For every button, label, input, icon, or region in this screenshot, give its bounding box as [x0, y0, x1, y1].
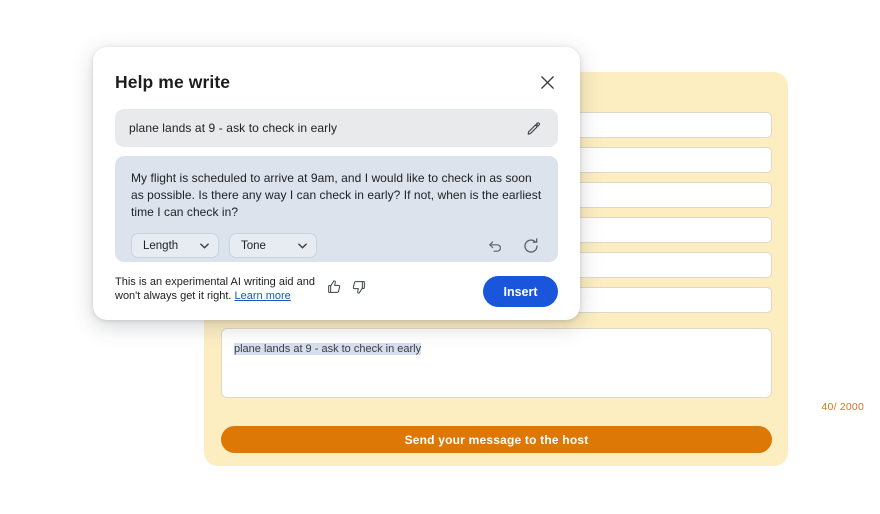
help-me-write-dialog: Help me write plane lands at 9 - ask to … — [93, 47, 580, 320]
disclaimer-line-1: This is an experimental AI writing aid a… — [115, 276, 315, 288]
generation-controls: Length Tone — [131, 233, 542, 258]
length-select-label: Length — [143, 240, 178, 252]
send-message-button[interactable]: Send your message to the host — [221, 426, 772, 453]
prompt-text: plane lands at 9 - ask to check in early — [129, 121, 522, 135]
character-counter: 40/ 2000 — [822, 401, 864, 413]
chevron-down-icon — [298, 243, 307, 249]
dialog-header: Help me write — [115, 69, 558, 95]
learn-more-link[interactable]: Learn more — [235, 290, 291, 302]
close-icon[interactable] — [536, 71, 558, 93]
feedback-icons — [323, 276, 373, 298]
undo-icon[interactable] — [484, 235, 506, 257]
length-select[interactable]: Length — [131, 233, 219, 258]
thumbs-up-icon[interactable] — [323, 276, 345, 298]
tone-select[interactable]: Tone — [229, 233, 317, 258]
refresh-icon[interactable] — [520, 235, 542, 257]
insert-button[interactable]: Insert — [483, 276, 558, 307]
prompt-chip[interactable]: plane lands at 9 - ask to check in early — [115, 109, 558, 147]
disclaimer-text: This is an experimental AI writing aid a… — [115, 275, 315, 303]
generated-text-panel: My flight is scheduled to arrive at 9am,… — [115, 156, 558, 262]
dialog-title: Help me write — [115, 72, 230, 93]
disclaimer-line-2: won't always get it right. — [115, 290, 235, 302]
tone-select-label: Tone — [241, 240, 266, 252]
dialog-footer: This is an experimental AI writing aid a… — [115, 275, 558, 307]
thumbs-down-icon[interactable] — [348, 276, 370, 298]
generated-text: My flight is scheduled to arrive at 9am,… — [131, 170, 542, 221]
pencil-icon[interactable] — [522, 117, 544, 139]
message-selected-text: plane lands at 9 - ask to check in early — [234, 343, 421, 355]
message-textarea[interactable]: plane lands at 9 - ask to check in early — [221, 328, 772, 398]
chevron-down-icon — [200, 243, 209, 249]
